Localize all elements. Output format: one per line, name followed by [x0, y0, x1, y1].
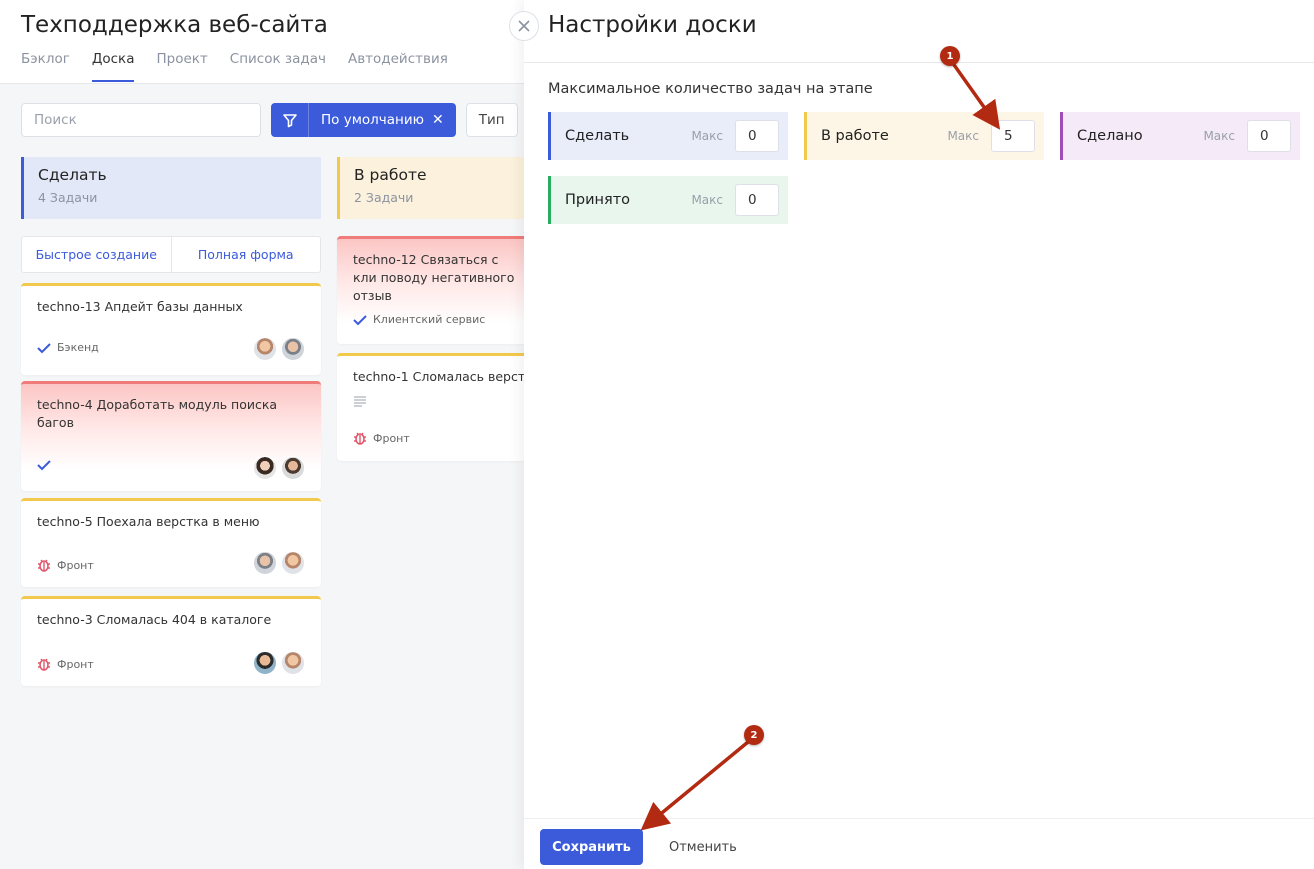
- stage-name: Сделано: [1077, 128, 1143, 144]
- max-label: Макс: [691, 193, 723, 207]
- stage-limit-todo: Сделать Макс: [548, 112, 788, 160]
- close-panel-button[interactable]: [509, 11, 539, 41]
- stage-limit-done: Сделано Макс: [1060, 112, 1300, 160]
- max-label: Макс: [1203, 129, 1235, 143]
- max-tasks-input[interactable]: [735, 184, 779, 216]
- panel-footer: Сохранить Отменить: [524, 818, 1314, 869]
- stage-name: В работе: [821, 128, 889, 144]
- board-settings-panel: Настройки доски Максимальное количество …: [524, 0, 1314, 869]
- save-button[interactable]: Сохранить: [540, 829, 643, 865]
- max-label: Макс: [691, 129, 723, 143]
- max-tasks-input[interactable]: [991, 120, 1035, 152]
- stage-limit-accepted: Принято Макс: [548, 176, 788, 224]
- max-tasks-input[interactable]: [1247, 120, 1291, 152]
- max-tasks-input[interactable]: [735, 120, 779, 152]
- max-label: Макс: [947, 129, 979, 143]
- stage-name: Принято: [565, 192, 631, 208]
- stage-name: Сделать: [565, 128, 630, 144]
- annotation-badge-1: 1: [940, 46, 960, 66]
- cancel-button[interactable]: Отменить: [669, 829, 737, 865]
- close-icon: [518, 20, 530, 32]
- panel-title: Настройки доски: [548, 12, 757, 38]
- stage-limit-in-progress: В работе Макс: [804, 112, 1044, 160]
- section-label: Максимальное количество задач на этапе: [548, 81, 873, 97]
- divider: [524, 62, 1314, 63]
- annotation-badge-2: 2: [744, 725, 764, 745]
